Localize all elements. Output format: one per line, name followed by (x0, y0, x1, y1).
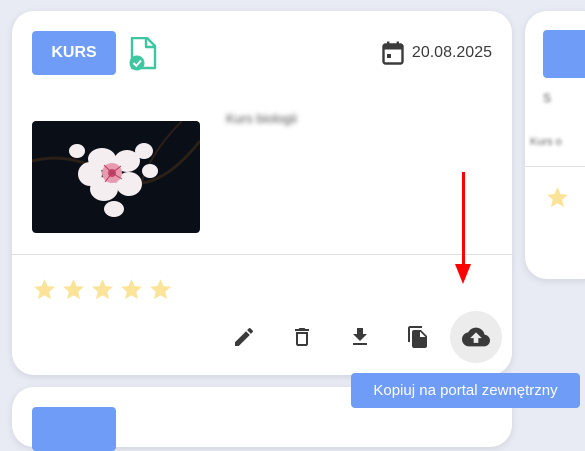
divider (525, 166, 585, 167)
course-type-badge (32, 407, 116, 451)
delete-icon (295, 328, 309, 346)
upload-to-portal-button[interactable] (450, 311, 502, 363)
file-check-icon (129, 37, 157, 71)
course-thumbnail[interactable] (32, 121, 200, 233)
course-date: 20.08.2025 (411, 44, 492, 61)
edit-button[interactable] (218, 311, 270, 363)
tooltip: Kopiuj na portal zewnętrzny (351, 373, 580, 408)
download-button[interactable] (334, 311, 386, 363)
course-card[interactable]: KURS 20.08.2025 Kurs biologii (12, 11, 512, 375)
star-icon[interactable] (119, 277, 144, 302)
divider (12, 254, 512, 255)
copy-icon (408, 326, 427, 348)
course-card-partial[interactable]: S Kurs o (525, 11, 585, 279)
cloud-upload-icon (462, 327, 490, 347)
course-title: S (543, 91, 552, 105)
annotation-arrow (462, 172, 465, 266)
star-icon[interactable] (61, 277, 86, 302)
star-rating[interactable] (32, 277, 173, 302)
edit-icon (235, 327, 254, 346)
course-type-badge (543, 30, 585, 78)
card-actions (218, 311, 502, 363)
course-title[interactable]: Kurs biologii (226, 111, 297, 126)
course-type-badge: KURS (32, 31, 116, 75)
delete-button[interactable] (276, 311, 328, 363)
course-description: Kurs o (530, 136, 562, 148)
download-icon (353, 328, 367, 345)
star-icon[interactable] (32, 277, 57, 302)
star-icon[interactable] (90, 277, 115, 302)
star-icon[interactable] (148, 277, 173, 302)
star-icon[interactable] (545, 185, 570, 210)
copy-button[interactable] (392, 311, 444, 363)
annotation-arrow-head (455, 264, 471, 284)
calendar-icon (382, 41, 404, 65)
date-display: 20.08.2025 (382, 41, 492, 65)
